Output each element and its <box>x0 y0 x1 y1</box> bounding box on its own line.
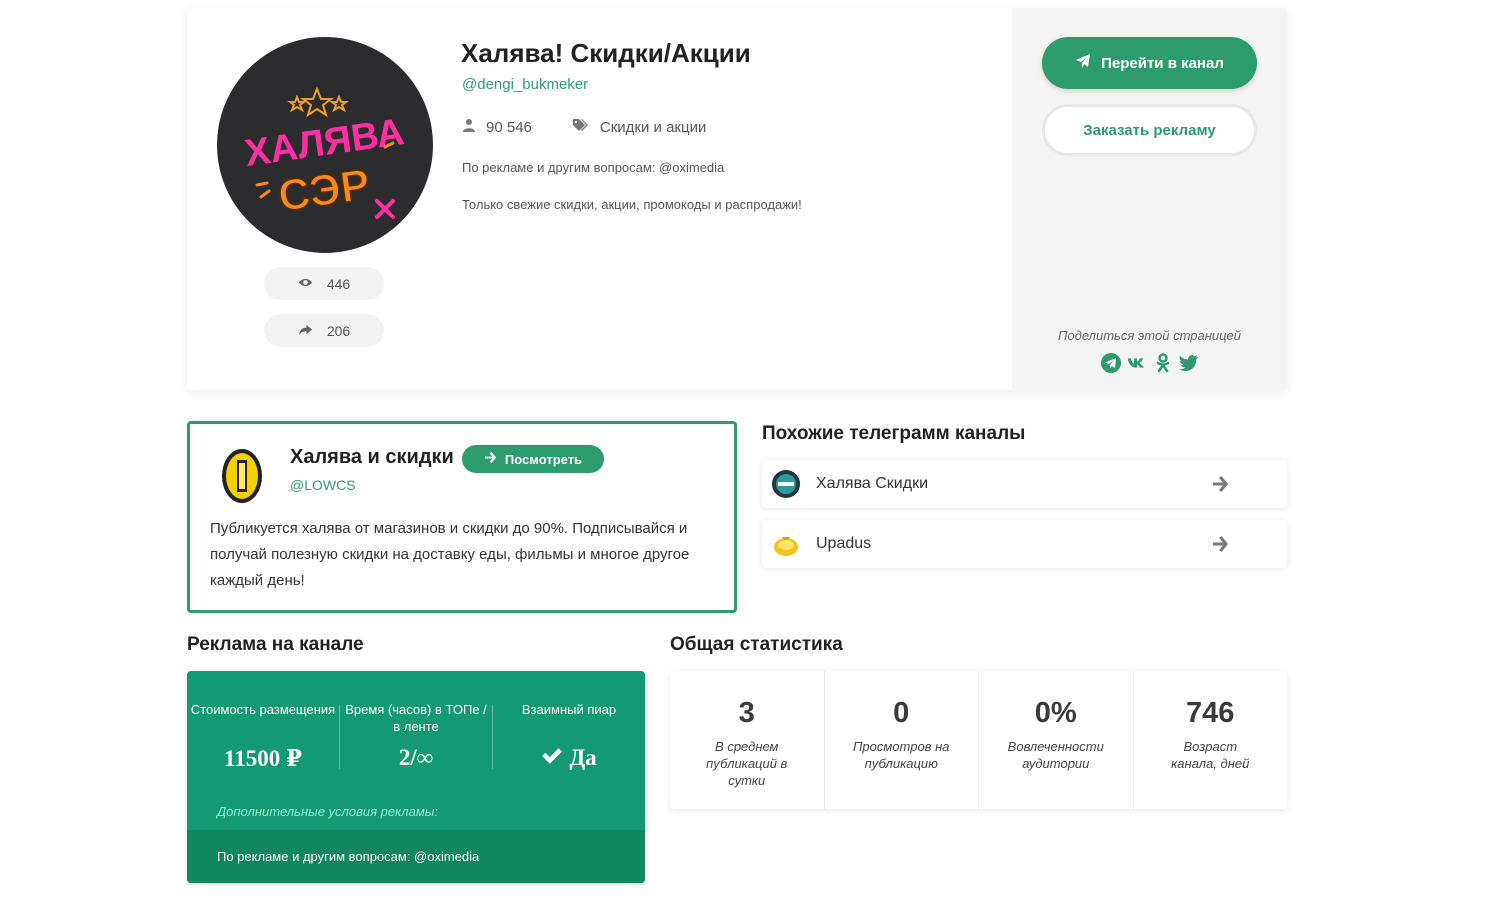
similar-channel-label: Халява Скидки <box>816 475 928 492</box>
channel-description: Только свежие скидки, акции, промокоды и… <box>462 197 802 212</box>
stat-caption: Просмотров на публикацию <box>853 739 950 771</box>
ad-mutual-label: Взаимный пиар <box>521 702 617 717</box>
telegram-plane-icon <box>1075 53 1091 73</box>
stat-caption: Вовлеченности аудитории <box>1007 739 1104 771</box>
channel-handle[interactable]: @dengi_bukmeker <box>462 76 588 93</box>
subscribers-count: 90 546 <box>486 118 532 136</box>
ad-cost: Стоимость размещения 11500 ₽ <box>187 701 339 772</box>
arrow-right-icon <box>484 451 497 467</box>
arrow-right-icon <box>1211 534 1231 554</box>
stats-panel: 3 В среднем публикаций в сутки 0 Просмот… <box>670 671 1287 809</box>
ad-time-label: Время (часов) в ТОПе / в ленте <box>345 702 487 734</box>
featured-channel-card: Халява и скидки @LOWCS Посмотреть Публик… <box>187 421 737 613</box>
odnoklassniki-icon[interactable] <box>1153 353 1173 373</box>
stat-views-per-post: 0 Просмотров на публикацию <box>825 671 979 809</box>
ad-time: Время (часов) в ТОПе / в ленте 2/∞ <box>340 701 492 771</box>
stat-posts-per-day: 3 В среднем публикаций в сутки <box>670 671 825 809</box>
twitter-icon[interactable] <box>1178 353 1199 373</box>
ad-mutual: Взаимный пиар Да <box>493 701 645 771</box>
featured-channel-avatar <box>218 446 266 506</box>
featured-channel-text: Публикуется халява от магазинов и скидки… <box>210 520 690 589</box>
views-count: 446 <box>326 275 351 292</box>
category-label: Скидки и акции <box>599 118 707 136</box>
ad-mutual-value: Да <box>493 745 645 771</box>
similar-channel-avatar <box>772 530 800 558</box>
stat-value: 0% <box>1034 697 1077 729</box>
featured-channel-handle[interactable]: @LOWCS <box>290 477 356 493</box>
channel-avatar: ХАЛЯВА СЭР <box>217 37 433 253</box>
go-to-channel-button[interactable]: Перейти в канал <box>1042 37 1257 89</box>
share-label: Поделиться этой страницей <box>1058 328 1241 343</box>
channel-card: ХАЛЯВА СЭР 446 206 Халява! Скидки/Акции … <box>187 8 1287 390</box>
arrow-right-icon <box>1211 474 1231 494</box>
stat-caption: В среднем публикаций в сутки <box>706 739 788 788</box>
similar-channels-title: Похожие телеграмм каналы <box>762 423 1026 444</box>
share-icons <box>1012 353 1287 373</box>
ad-section-title: Реклама на канале <box>187 634 364 655</box>
similar-channel-item[interactable]: Халява Скидки <box>762 460 1287 508</box>
category[interactable]: Скидки и акции <box>572 118 706 136</box>
user-icon <box>462 118 476 136</box>
stat-channel-age: 746 Возраст канала, дней <box>1134 671 1288 809</box>
similar-channel-avatar <box>772 470 800 498</box>
ad-cost-value: 11500 ₽ <box>224 746 302 771</box>
stat-value: 3 <box>738 697 755 729</box>
similar-channel-label: Upadus <box>816 535 872 552</box>
channel-meta: 90 546 Скидки и акции <box>462 118 706 136</box>
stats-section-title: Общая статистика <box>670 634 843 655</box>
view-featured-label: Посмотреть <box>504 451 583 467</box>
check-icon <box>541 745 563 771</box>
go-to-channel-label: Перейти в канал <box>1101 54 1224 72</box>
similar-channel-item[interactable]: Upadus <box>762 520 1287 568</box>
ad-extra-text: По рекламе и другим вопросам: @oximedia <box>187 830 645 883</box>
view-featured-button[interactable]: Посмотреть <box>462 445 604 473</box>
views-pill: 446 <box>264 267 384 300</box>
stat-caption: Возраст канала, дней <box>1171 739 1250 771</box>
stat-value: 746 <box>1186 697 1235 729</box>
action-sidebar: Перейти в канал Заказать рекламу Поделит… <box>1012 8 1287 390</box>
order-ad-button[interactable]: Заказать рекламу <box>1042 104 1257 156</box>
page: ХАЛЯВА СЭР 446 206 Халява! Скидки/Акции … <box>0 0 1486 902</box>
featured-channel-name: Халява и скидки <box>290 446 454 468</box>
ad-cost-label: Стоимость размещения <box>190 702 336 717</box>
stat-engagement: 0% Вовлеченности аудитории <box>979 671 1134 809</box>
ad-time-value: 2/∞ <box>398 745 434 770</box>
vk-icon[interactable] <box>1127 353 1147 373</box>
avatar-text-bottom: СЭР <box>275 160 373 221</box>
share-arrow-icon <box>298 322 313 340</box>
ad-contact-text: По рекламе и другим вопросам: @oximedia <box>462 160 725 175</box>
channel-title: Халява! Скидки/Акции <box>461 38 751 68</box>
ad-info-box: Стоимость размещения 11500 ₽ Время (часо… <box>187 671 645 883</box>
tags-icon <box>572 118 590 136</box>
telegram-icon[interactable] <box>1100 353 1121 373</box>
eye-icon <box>298 275 313 293</box>
ad-mutual-value-text: Да <box>569 745 597 770</box>
stat-value: 0 <box>893 697 910 729</box>
shares-count: 206 <box>326 322 351 339</box>
ad-extra-label: Дополнительные условия рекламы: <box>217 804 438 819</box>
subscribers: 90 546 <box>462 118 532 136</box>
shares-pill: 206 <box>264 314 384 347</box>
